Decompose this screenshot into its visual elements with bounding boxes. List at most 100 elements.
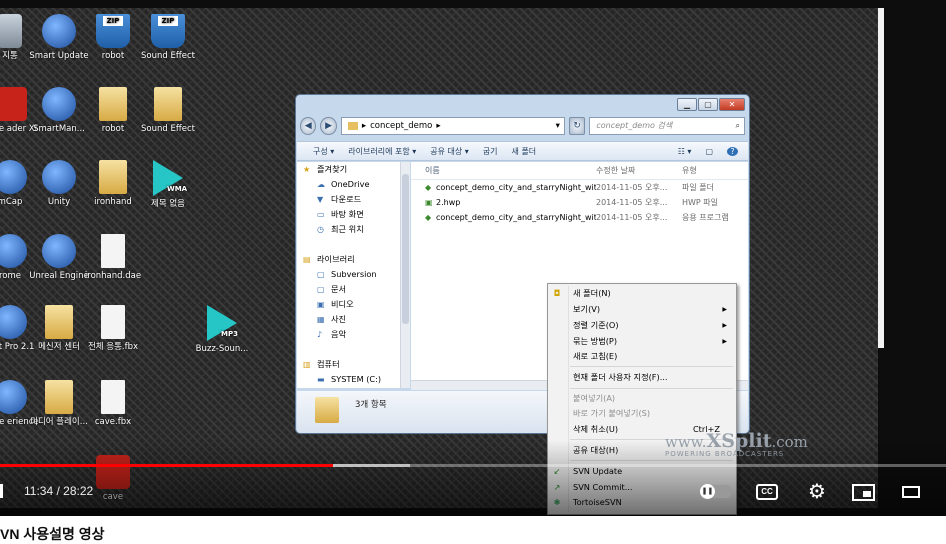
nav-icon: ▼ (317, 195, 324, 204)
menu-item-new-folder[interactable]: ◘ 새 폴더(N) (548, 286, 736, 301)
pause-icon[interactable] (0, 484, 10, 498)
breadcrumb-sep: ▸ (361, 121, 367, 131)
menu-item-group[interactable]: 묶는 방법(P) ▶ (548, 334, 736, 349)
desktop-icon[interactable]: ZIP Sound Effect (136, 14, 200, 62)
desktop-icon[interactable]: ironhand.dae (81, 234, 145, 282)
round-icon (0, 305, 27, 339)
navigation-pane[interactable]: ★ 즐겨찾기 ☁ OneDrive ▼ 다운로드 ▭ 바탕 화면 ◷ 최근 위치 ▤ 라이브러리 ▢ Su… (297, 162, 404, 388)
folder-icon (45, 305, 73, 339)
nav-icon: ★ (303, 165, 311, 174)
breadcrumb-sep: ▸ (436, 121, 441, 131)
desktop-icon[interactable]: MP3 Buzz-Soun... (190, 305, 254, 355)
context-menu[interactable]: ◘ 새 폴더(N) 보기(V) ▶ 정렬 기준(O) ▶ 묶는 방법(P) ▶ 새로 고… (547, 283, 737, 515)
red-icon (96, 455, 130, 489)
nav-item[interactable]: ▥ 컴퓨터 (297, 357, 404, 372)
maximize-button[interactable]: ▢ (698, 98, 718, 111)
nav-icon: ▣ (317, 300, 325, 309)
nav-item[interactable]: ▣ 비디오 (297, 297, 404, 312)
folder-icon (315, 397, 339, 423)
desktop-icon-label: 전체 응통.fbx (87, 342, 139, 352)
captions-button[interactable]: CC (756, 484, 778, 500)
menu-item-sort[interactable]: 정렬 기준(O) ▶ (548, 318, 736, 333)
nav-item[interactable]: ▦ 사진 (297, 312, 404, 327)
toolbar-item[interactable]: 공유 대상 ▾ (430, 146, 469, 157)
video-player[interactable]: 지통Smart UpdateZIProbotZIPSound Effectdob… (0, 0, 946, 516)
view-options-icon[interactable]: ☷ ▾ (678, 147, 692, 156)
folder-icon (347, 122, 358, 130)
miniplayer-icon[interactable] (852, 484, 875, 501)
menu-item-paste-shortcut[interactable]: 바로 가기 붙여넣기(S) (548, 406, 736, 421)
round-icon (0, 160, 27, 194)
desktop-icon[interactable]: WMA 제목 없음 (136, 160, 200, 210)
nav-item[interactable]: ★ 즐겨찾기 (297, 162, 404, 177)
nav-item[interactable]: ▬ SYSTEM (C:) (297, 372, 404, 387)
toolbar-item[interactable]: 라이브러리에 포함 ▾ (348, 146, 416, 157)
round-icon (0, 234, 27, 268)
nav-item[interactable]: ◷ 최근 위치 (297, 222, 404, 237)
back-button[interactable]: ◀ (300, 117, 317, 135)
menu-item-view[interactable]: 보기(V) ▶ (548, 302, 736, 317)
nav-item[interactable]: ▼ 다운로드 (297, 192, 404, 207)
folder-icon (45, 380, 73, 414)
desktop-icon-label: cave.fbx (94, 417, 132, 427)
column-name[interactable]: 이름 (411, 162, 596, 179)
refresh-button[interactable]: ↻ (568, 117, 586, 135)
nav-item[interactable]: ♪ 음악 (297, 327, 404, 342)
desktop-icon-label: Sound Effect (141, 51, 195, 61)
nav-icon: ◷ (317, 225, 324, 234)
breadcrumb[interactable]: concept_demo (370, 118, 432, 134)
bin-icon (0, 14, 22, 48)
desktop-icon[interactable]: cave.fbx (81, 380, 145, 428)
zip-icon: ZIP (151, 14, 185, 48)
folder-icon (99, 87, 127, 121)
submenu-arrow-icon: ▶ (722, 338, 727, 345)
menu-item-customize[interactable]: 현재 폴더 사용자 지정(F)... (548, 370, 736, 385)
nav-item[interactable]: ☁ OneDrive (297, 177, 404, 192)
toolbar-item[interactable]: 구성 ▾ (313, 146, 334, 157)
search-input[interactable]: concept_demo 검색 ⌕ (589, 117, 745, 135)
close-button[interactable]: ✕ (719, 98, 745, 111)
address-bar[interactable]: ▸ concept_demo ▸ ▾ (340, 117, 565, 135)
file-row[interactable]: ◆ concept_demo_city_and_starryNight_wit..… (411, 210, 748, 225)
theater-mode-icon[interactable] (902, 486, 920, 498)
desktop-icon[interactable]: Sound Effect (136, 87, 200, 135)
nav-scrollbar[interactable] (400, 162, 410, 388)
folder-icon (154, 87, 182, 121)
submenu-arrow-icon: ▶ (722, 322, 727, 329)
column-date[interactable]: 수정한 날짜 (596, 162, 682, 179)
toolbar-item[interactable]: 굽기 (483, 146, 498, 157)
column-type[interactable]: 유형 (682, 162, 732, 179)
nav-item (297, 237, 404, 252)
nav-icon: ▢ (317, 285, 325, 294)
file-row[interactable]: ▣ 2.hwp 2014-11-05 오후... HWP 파일 (411, 195, 748, 210)
nav-item[interactable]: ▤ 라이브러리 (297, 252, 404, 267)
played-bar (0, 464, 333, 467)
zip-icon: ZIP (96, 14, 130, 48)
nav-item[interactable]: ▢ 문서 (297, 282, 404, 297)
round-icon (42, 14, 76, 48)
nav-item[interactable]: ▢ Subversion (297, 267, 404, 282)
desktop-icon[interactable]: 전체 응통.fbx (81, 305, 145, 353)
search-icon[interactable]: ⌕ (736, 118, 740, 134)
nav-icon: ▭ (317, 210, 325, 219)
autoplay-toggle[interactable]: ❚❚ (700, 484, 732, 499)
nav-item[interactable]: ▭ 바탕 화면 (297, 207, 404, 222)
desktop-icon-label: ironhand.dae (84, 271, 142, 281)
nav-icon: ▦ (317, 315, 325, 324)
chevron-down-icon[interactable]: ▾ (556, 118, 560, 134)
search-placeholder: concept_demo 검색 (596, 121, 673, 130)
menu-item-refresh[interactable]: 새로 고침(E) (548, 349, 736, 364)
menu-item-paste[interactable]: 붙여넣기(A) (548, 391, 736, 406)
toolbar-item[interactable]: 새 폴더 (512, 146, 537, 157)
gear-icon[interactable]: ⚙ (806, 480, 828, 502)
preview-pane-icon[interactable]: ▢ (705, 147, 713, 156)
play-icon: WMA (153, 160, 187, 196)
help-icon[interactable]: ? (727, 146, 738, 156)
round-icon (42, 160, 76, 194)
file-icon (101, 305, 125, 339)
forward-button[interactable]: ▶ (320, 117, 337, 135)
progress-bar[interactable] (0, 464, 946, 467)
video-title[interactable]: VN 사용설명 영상 (0, 524, 105, 544)
file-row[interactable]: ◆ concept_demo_city_and_starryNight_wit..… (411, 180, 748, 195)
minimize-button[interactable]: ▁ (677, 98, 697, 111)
